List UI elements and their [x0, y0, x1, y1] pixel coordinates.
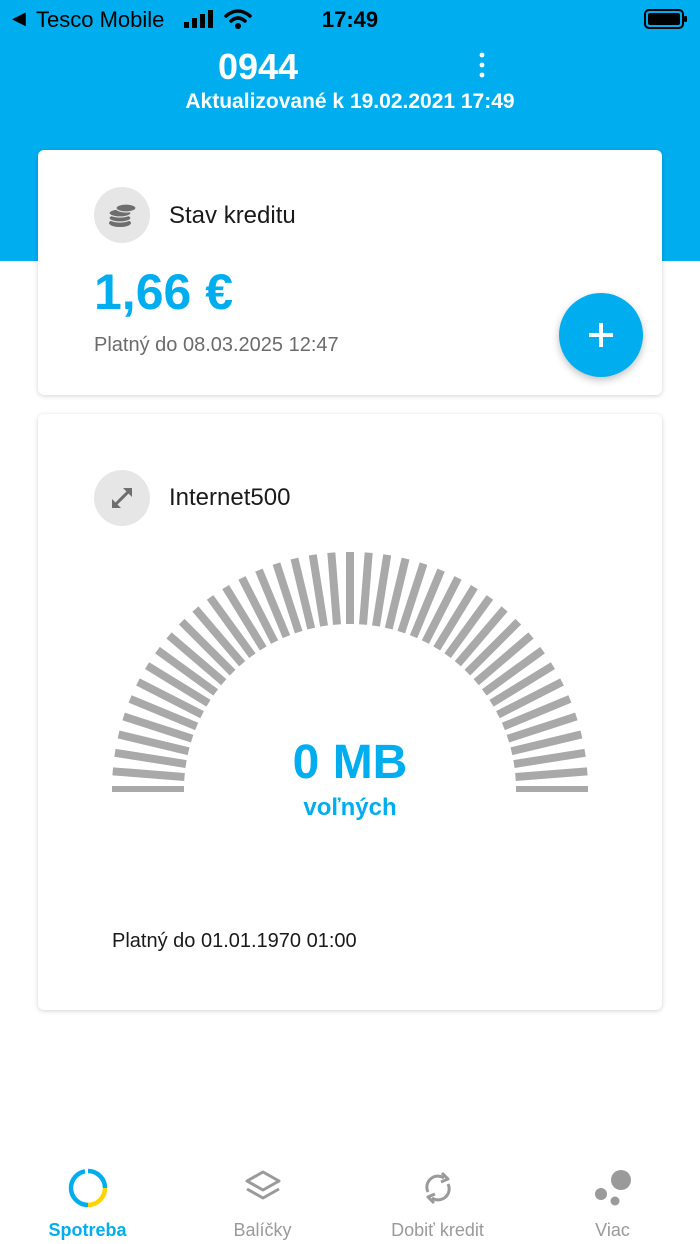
tab-dobit-kredit[interactable]: Dobiť kredit [350, 1150, 525, 1244]
data-package-card: Internet500 0 MB voľných Platný do 01.01… [38, 414, 662, 1010]
tab-viac[interactable]: Viac [525, 1150, 700, 1244]
tab-spotreba[interactable]: Spotreba [0, 1150, 175, 1244]
coins-icon [94, 187, 150, 243]
status-bar: ◀ Tesco Mobile 17:49 [0, 0, 700, 40]
data-remaining: 0 MB [292, 736, 408, 789]
credit-title: Stav kreditu [169, 202, 296, 229]
more-dots-icon [595, 1170, 631, 1206]
gauge-tick [308, 554, 328, 627]
bottom-tab-bar: Spotreba Balíčky Dobiť kredit Viac [0, 1150, 700, 1244]
gauge-tick [372, 554, 392, 627]
status-time: 17:49 [321, 7, 379, 32]
tab-label: Dobiť kredit [391, 1220, 484, 1240]
data-package-title: Internet500 [169, 484, 291, 511]
refresh-icon [425, 1171, 451, 1205]
data-transfer-icon [94, 470, 150, 526]
battery-icon [644, 9, 687, 29]
last-updated: Aktualizované k 19.02.2021 17:49 [185, 90, 515, 113]
gauge-tick [359, 552, 373, 625]
data-remaining-label: voľných [303, 794, 397, 821]
tab-label: Spotreba [48, 1220, 127, 1240]
credit-valid-until: Platný do 08.03.2025 12:47 [94, 334, 339, 356]
phone-number: 0944 [217, 46, 299, 87]
gauge-tick [327, 552, 341, 625]
more-vertical-icon[interactable] [470, 50, 494, 82]
layers-icon [245, 1170, 281, 1200]
tab-label: Viac [595, 1220, 630, 1240]
tab-balicky[interactable]: Balíčky [175, 1150, 350, 1244]
credit-amount: 1,66 € [94, 264, 234, 320]
data-valid-until: Platný do 01.01.1970 01:00 [112, 930, 357, 952]
tab-label: Balíčky [233, 1220, 292, 1240]
usage-icon [68, 1168, 108, 1208]
add-credit-button[interactable] [559, 293, 643, 377]
plus-icon [589, 323, 613, 347]
